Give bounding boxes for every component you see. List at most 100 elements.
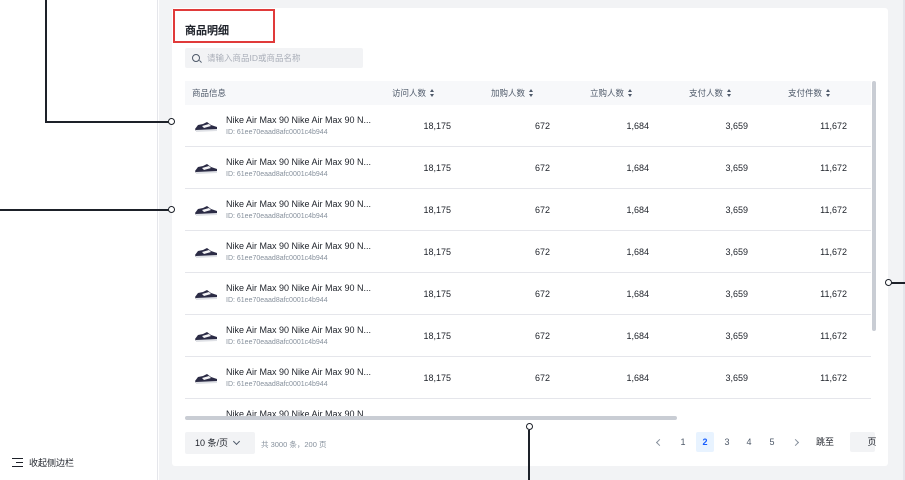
cell-payers: 3,659 [725,121,748,131]
collapse-menu-icon [12,458,23,467]
collapse-sidebar-button[interactable]: 收起侧边栏 [12,456,74,469]
cell-units: 11,672 [777,399,847,416]
cell-instant-buy: 1,684 [626,331,649,341]
cell-cart: 672 [534,331,550,341]
cell-payers: 3,659 [725,289,748,299]
product-name[interactable]: Nike Air Max 90 Nike Air Max 90 N... [226,115,371,125]
cell-visitors: 18,175 [381,399,451,416]
prev-page-button[interactable] [652,432,666,452]
cell-visitors: 18,175 [423,331,451,341]
product-name[interactable]: Nike Air Max 90 Nike Air Max 90 N... [226,157,371,167]
chevron-left-icon [655,438,663,447]
collapse-sidebar-label: 收起侧边栏 [29,458,75,468]
page-2-button[interactable]: 2 [696,432,714,452]
table-row[interactable]: Nike Air Max 90 Nike Air Max 90 N...ID: … [185,357,871,399]
cell-payers: 3,659 [725,331,748,341]
page-3-button[interactable]: 3 [718,432,736,452]
callout-dot [168,118,175,125]
callout-line [45,121,170,123]
column-header-product: 商品信息 [192,88,227,98]
product-name[interactable]: Nike Air Max 90 Nike Air Max 90 N... [226,283,371,293]
column-header-visitors[interactable]: 访问人数 [392,81,435,105]
product-thumbnail [193,326,219,346]
product-id: ID: 61ee70eaad8afc0001c4b944 [226,255,328,262]
callout-line [45,0,47,122]
product-name[interactable]: Nike Air Max 90 Nike Air Max 90 N... [226,409,371,416]
table-row[interactable]: Nike Air Max 90 Nike Air Max 90 N... ID: … [185,231,871,273]
product-detail-panel: 商品明细 商品信息 访问人数 加购人数 立购人数 支付人数 支付件数 Nike … [172,8,888,466]
product-name[interactable]: Nike Air Max 90 Nike Air Max 90 N... [226,241,371,251]
cell-units: 11,672 [820,331,847,341]
product-id: ID: 61ee70eaad8afc0001c4b944 [226,171,328,178]
cell-instant-buy: 1,684 [626,205,649,215]
main-content: 商品明细 商品信息 访问人数 加购人数 立购人数 支付人数 支付件数 Nike … [159,0,905,480]
table-row[interactable]: Nike Air Max 90 Nike Air Max 90 N... ID: … [185,315,871,357]
cell-cart: 672 [534,373,550,383]
table-row[interactable]: Nike Air Max 90 Nike Air Max 90 N... ID: … [185,105,871,147]
product-thumbnail [193,368,219,388]
cell-payers: 3,659 [725,205,748,215]
search-input[interactable] [207,53,357,63]
callout-dot [526,423,533,430]
cell-units: 11,672 [820,373,847,383]
column-header-instant-buy[interactable]: 立购人数 [590,81,633,105]
cell-payers: 3,659 [725,373,748,383]
sort-icon [529,88,534,97]
cell-cart: 672 [534,163,550,173]
cell-visitors: 18,175 [423,121,451,131]
cell-cart: 672 [534,205,550,215]
sort-icon [430,88,435,97]
panel-title: 商品明细 [185,25,229,37]
product-thumbnail [193,200,219,220]
column-header-units[interactable]: 支付件数 [788,81,831,105]
horizontal-scrollbar[interactable] [185,416,677,420]
sort-icon [826,88,831,97]
table-row[interactable]: Nike Air Max 90 Nike Air Max 90 N...ID: … [185,399,871,416]
product-thumbnail [193,284,219,304]
cell-visitors: 18,175 [423,289,451,299]
cell-units: 11,672 [820,247,847,257]
vertical-scrollbar[interactable] [872,81,876,331]
cell-payers: 3,659 [725,163,748,173]
cell-cart: 672 [534,247,550,257]
cell-payers: 3,659 [678,399,748,416]
column-header-cart[interactable]: 加购人数 [491,81,534,105]
search-box[interactable] [185,48,363,68]
page-unit-label: 页 [867,437,877,447]
product-thumbnail [193,116,219,136]
table-header: 商品信息 访问人数 加购人数 立购人数 支付人数 支付件数 [185,81,871,105]
sort-icon [628,88,633,97]
table-row[interactable]: Nike Air Max 90 Nike Air Max 90 N... ID: … [185,273,871,315]
cell-visitors: 18,175 [423,247,451,257]
product-table: 商品信息 访问人数 加购人数 立购人数 支付人数 支付件数 Nike Air M… [185,81,871,416]
page-5-button[interactable]: 5 [763,432,781,452]
product-id: ID: 61ee70eaad8afc0001c4b944 [226,129,328,136]
cell-payers: 3,659 [725,247,748,257]
cell-visitors: 18,175 [423,373,451,383]
cell-cart: 672 [534,121,550,131]
product-thumbnail [193,158,219,178]
page-1-button[interactable]: 1 [674,432,692,452]
column-header-payers[interactable]: 支付人数 [689,81,732,105]
cell-instant-buy: 1,684 [579,399,649,416]
page-4-button[interactable]: 4 [740,432,758,452]
table-row[interactable]: Nike Air Max 90 Nike Air Max 90 N...ID: … [185,189,871,231]
cell-units: 11,672 [820,289,847,299]
cell-units: 11,672 [820,163,847,173]
product-name[interactable]: Nike Air Max 90 Nike Air Max 90 N... [226,367,371,377]
cell-instant-buy: 1,684 [626,163,649,173]
next-page-button[interactable] [788,432,802,452]
cell-cart: 672 [480,399,550,416]
product-id: ID: 61ee70eaad8afc0001c4b944 [226,297,328,304]
product-name[interactable]: Nike Air Max 90 Nike Air Max 90 N... [226,325,371,335]
cell-cart: 672 [534,289,550,299]
table-row[interactable]: Nike Air Max 90 Nike Air Max 90 N... ID: … [185,147,871,189]
cell-units: 11,672 [820,205,847,215]
chevron-down-icon [232,437,241,446]
product-name[interactable]: Nike Air Max 90 Nike Air Max 90 N... [226,199,371,209]
page-size-select[interactable]: 10 条/页 [185,432,255,454]
cell-instant-buy: 1,684 [626,373,649,383]
product-id: ID: 61ee70eaad8afc0001c4b944 [226,339,328,346]
sort-icon [727,88,732,97]
cell-units: 11,672 [820,121,847,131]
